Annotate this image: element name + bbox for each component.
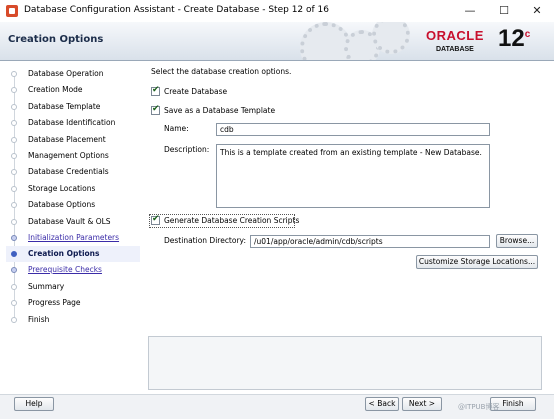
step-database-options: Database Options	[6, 197, 140, 213]
back-button[interactable]: < Back	[365, 397, 399, 411]
step-database-template: Database Template	[6, 99, 140, 115]
app-icon	[6, 5, 18, 17]
save-template-checkbox[interactable]	[151, 104, 160, 115]
step-dot-icon	[11, 153, 17, 159]
step-dot-icon	[11, 202, 17, 208]
step-dot-icon	[11, 317, 17, 323]
page-header: Creation Options ORACLE DATABASE 12c	[0, 22, 554, 61]
help-button[interactable]: Help	[14, 397, 54, 411]
step-progress-page: Progress Page	[6, 295, 140, 311]
window-titlebar: Database Configuration Assistant - Creat…	[0, 0, 554, 23]
step-dot-icon	[11, 186, 17, 192]
version-logo: 12c	[498, 25, 531, 52]
step-dot-icon	[11, 300, 17, 306]
step-management-options: Management Options	[6, 148, 140, 164]
close-button[interactable]: ✕	[520, 0, 554, 22]
step-database-operation: Database Operation	[6, 66, 140, 82]
step-dot-icon	[11, 267, 17, 273]
step-database-vault-ols: Database Vault & OLS	[6, 214, 140, 230]
step-dot-icon	[11, 235, 17, 241]
step-finish: Finish	[6, 312, 140, 328]
step-prerequisite-checks[interactable]: Prerequisite Checks	[6, 262, 140, 278]
gear-icon-top	[372, 22, 410, 54]
generate-scripts-checkbox[interactable]	[151, 214, 160, 225]
minimize-button[interactable]: —	[453, 0, 487, 22]
step-current-icon	[11, 251, 17, 257]
step-summary: Summary	[6, 279, 140, 295]
create-database-checkbox[interactable]	[151, 85, 160, 96]
page-title: Creation Options	[8, 34, 104, 45]
customize-storage-button[interactable]: Customize Storage Locations...	[416, 255, 538, 269]
browse-button[interactable]: Browse...	[496, 234, 538, 248]
step-database-credentials: Database Credentials	[6, 164, 140, 180]
step-dot-icon	[11, 219, 17, 225]
creation-options-panel: Select the database creation options. Cr…	[146, 62, 548, 334]
step-dot-icon	[11, 71, 17, 77]
step-creation-mode: Creation Mode	[6, 82, 140, 98]
window-title: Database Configuration Assistant - Creat…	[24, 5, 330, 15]
destination-directory-label: Destination Directory:	[164, 236, 246, 245]
step-storage-locations: Storage Locations	[6, 181, 140, 197]
watermark-text: @ITPUB博客	[458, 403, 500, 411]
save-template-label[interactable]: Save as a Database Template	[164, 106, 275, 115]
generate-scripts-label[interactable]: Generate Database Creation Scripts	[164, 216, 299, 225]
step-dot-icon	[11, 87, 17, 93]
template-description-field[interactable]: This is a template created from an exist…	[216, 144, 490, 208]
step-database-identification: Database Identification	[6, 115, 140, 131]
description-label: Description:	[164, 145, 210, 154]
step-dot-icon	[11, 104, 17, 110]
oracle-logo: ORACLE	[426, 28, 484, 43]
intro-text: Select the database creation options.	[151, 67, 292, 76]
oracle-database-label: DATABASE	[436, 46, 474, 53]
step-dot-icon	[11, 137, 17, 143]
name-label: Name:	[164, 124, 189, 133]
template-name-field[interactable]: cdb	[216, 123, 490, 136]
step-database-placement: Database Placement	[6, 132, 140, 148]
step-creation-options: Creation Options	[6, 246, 140, 262]
step-initialization-parameters[interactable]: Initialization Parameters	[6, 230, 140, 246]
step-dot-icon	[11, 120, 17, 126]
destination-directory-field[interactable]: /u01/app/oracle/admin/cdb/scripts	[250, 235, 490, 248]
steps-sidebar: Database Operation Creation Mode Databas…	[6, 64, 140, 394]
step-dot-icon	[11, 284, 17, 290]
create-database-label[interactable]: Create Database	[164, 87, 227, 96]
next-button[interactable]: Next >	[402, 397, 442, 411]
maximize-button[interactable]: ☐	[487, 0, 521, 22]
message-panel	[148, 336, 542, 390]
step-dot-icon	[11, 169, 17, 175]
